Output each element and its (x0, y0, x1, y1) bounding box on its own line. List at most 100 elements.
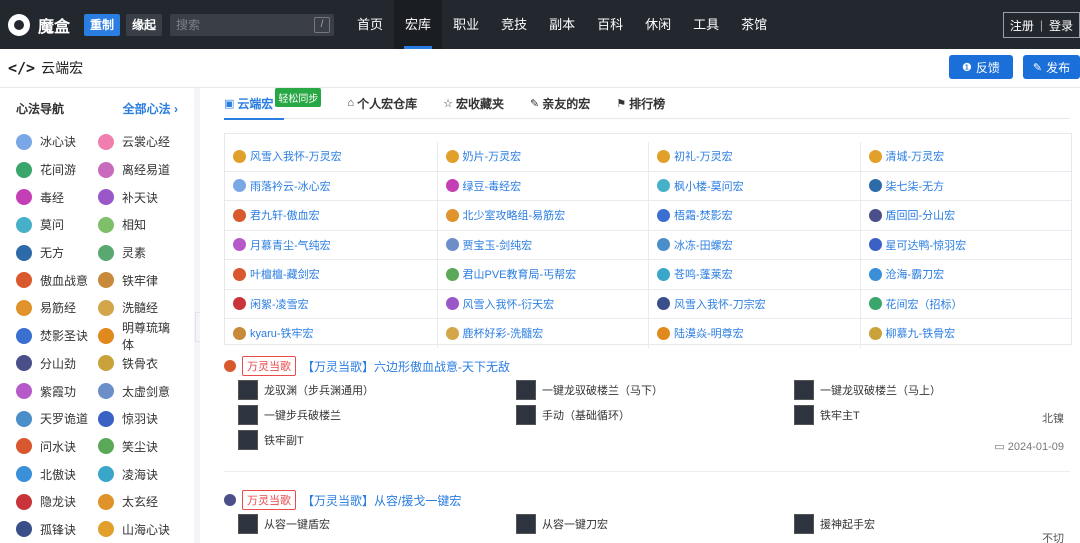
macro-item[interactable]: 铁牢副T (238, 430, 304, 450)
site-logo[interactable]: 魔盒 (8, 13, 78, 37)
sidebar-item-2[interactable]: 花间游 (16, 156, 98, 184)
macro-item[interactable]: 从容一键刀宏 (516, 514, 608, 534)
tab-1[interactable]: ⌂ 个人宏仓库 (347, 95, 417, 112)
post-title[interactable]: 【万灵当歌】六边形傲血战意-天下无敌 (302, 358, 510, 375)
cloud-macro-link[interactable]: 闲絮-凌雪宏 (225, 290, 437, 319)
sidebar-item-27[interactable]: 太玄经 (98, 488, 180, 516)
register-link[interactable]: 注册 (1010, 17, 1034, 34)
cloud-macro-link[interactable]: 绿豆-毒经宏 (436, 171, 649, 200)
cloud-macro-link[interactable]: 盾回回-分山宏 (859, 201, 1072, 230)
tab-0[interactable]: ▣ 云端宏 轻松同步 (224, 88, 322, 113)
cloud-macro-label: 苍鸣-蓬莱宏 (674, 269, 733, 282)
cloud-macro-link[interactable]: 清城-万灵宏 (859, 142, 1072, 171)
cloud-macro-link[interactable]: 雨落衿云-冰心宏 (225, 172, 437, 201)
sidebar-item-10[interactable]: 傲血战意 (16, 266, 98, 294)
cloud-macro-link[interactable]: 奶片-万灵宏 (436, 142, 649, 171)
cloud-macro-link[interactable]: 君九轩-傲血宏 (225, 201, 437, 230)
sidebar-item-5[interactable]: 补天诀 (98, 183, 180, 211)
macro-item[interactable]: 手动（基础循环） (516, 405, 630, 425)
search-input[interactable] (170, 13, 313, 36)
cloud-macro-link[interactable]: 初礼-万灵宏 (648, 142, 860, 171)
sidebar-item-3[interactable]: 离经易道 (98, 156, 180, 184)
nav-item-8[interactable]: 茶馆 (730, 0, 778, 49)
tab-3[interactable]: ✎ 亲友的宏 (530, 95, 590, 112)
sidebar-item-9[interactable]: 灵素 (98, 239, 180, 267)
cloud-macro-label: 清城-万灵宏 (885, 151, 945, 164)
cloud-macro-link[interactable]: 贾宝玉-剑纯宏 (436, 230, 649, 259)
sidebar-item-13[interactable]: 洗髓经 (98, 294, 180, 322)
cloud-macro-link[interactable]: 花间宏（招标） (859, 289, 1072, 318)
cloud-macro-link[interactable]: 风雪入我怀-衍天宏 (436, 289, 649, 318)
cloud-macro-link[interactable]: 陆漠焱-明尊宏 (648, 319, 860, 348)
cloud-macro-link[interactable]: 冰冻-田螺宏 (648, 230, 860, 259)
cloud-macro-link[interactable]: 柒七柒-无方 (859, 171, 1072, 200)
sidebar-item-25[interactable]: 凌海诀 (98, 460, 180, 488)
sidebar-item-7[interactable]: 相知 (98, 211, 180, 239)
sidebar-item-12[interactable]: 易筋经 (16, 294, 98, 322)
cloud-macro-link[interactable]: 叶檀檀-藏剑宏 (225, 260, 437, 289)
macro-item[interactable]: 一键龙驭破楼兰（马下） (516, 380, 663, 400)
sidebar-item-16[interactable]: 分山劲 (16, 350, 98, 378)
nav-item-5[interactable]: 百科 (586, 0, 634, 49)
sidebar-item-23[interactable]: 笑尘诀 (98, 433, 180, 461)
post-author[interactable]: 不切 (1042, 530, 1064, 543)
tab-4[interactable]: ⚑ 排行榜 (616, 95, 665, 112)
sidebar-item-19[interactable]: 太虚剑意 (98, 377, 180, 405)
version-origin-button[interactable]: 缘起 (126, 13, 163, 36)
nav-item-6[interactable]: 休闲 (634, 0, 682, 49)
sidebar-item-8[interactable]: 无方 (16, 239, 98, 267)
sidebar-item-4[interactable]: 毒经 (16, 183, 98, 211)
nav-item-7[interactable]: 工具 (682, 0, 730, 49)
sidebar-item-29[interactable]: 山海心诀 (98, 516, 180, 543)
cloud-macro-link[interactable]: 风雪入我怀-万灵宏 (225, 142, 437, 171)
xinfa-sidebar: 心法导航 全部心法 › 冰心诀 云裳心经 花间游 离经易道 毒经 补天诀 莫问 相知 无方 灵素傲… (0, 88, 194, 543)
sidebar-item-15[interactable]: 明尊琉璃体 (98, 321, 180, 352)
macro-item[interactable]: 铁牢主T (794, 405, 860, 425)
macro-item[interactable]: 援神起手宏 (794, 514, 875, 534)
cloud-macro-link[interactable]: kyaru-铁牢宏 (225, 319, 437, 348)
sidebar-item-28[interactable]: 孤锋诀 (16, 516, 98, 543)
cloud-macro-link[interactable]: 沧海-霸刀宏 (859, 260, 1072, 289)
post-author[interactable]: 北镍 (1042, 410, 1064, 426)
sidebar-item-21[interactable]: 惊羽诀 (98, 405, 180, 433)
cloud-macro-link[interactable]: 月慕青尘-气纯宏 (225, 231, 437, 260)
cloud-macro-link[interactable]: 星可达鸭-惊羽宏 (859, 230, 1072, 259)
version-remake-button[interactable]: 重制 (84, 13, 121, 36)
sidebar-item-26[interactable]: 隐龙诀 (16, 488, 98, 516)
feedback-button[interactable]: ❶ 反馈 (949, 55, 1013, 79)
login-link[interactable]: 登录 (1049, 17, 1073, 34)
cloud-macro-label: 沧海-霸刀宏 (885, 269, 945, 282)
macro-item[interactable]: 从容一键盾宏 (238, 514, 330, 534)
post-title[interactable]: 【万灵当歌】从容/援戈一键宏 (302, 492, 461, 509)
sidebar-item-17[interactable]: 铁骨衣 (98, 350, 180, 378)
macro-item[interactable]: 龙驭渊（步兵渊通用） (238, 380, 374, 400)
tab-2[interactable]: ☆ 宏收藏夹 (443, 95, 504, 112)
cloud-macro-link[interactable]: 北少室攻略组-易筋宏 (436, 201, 649, 230)
xinfa-icon (657, 149, 670, 163)
cloud-macro-link[interactable]: 苍鸣-蓬莱宏 (648, 260, 860, 289)
macro-item[interactable]: 一键龙驭破楼兰（马上） (794, 380, 941, 400)
cloud-macro-link[interactable]: 鹿杯好彩-洗髓宏 (436, 319, 649, 348)
sidebar-item-1[interactable]: 云裳心经 (98, 128, 180, 156)
all-xinfa-link[interactable]: 全部心法 › (123, 100, 178, 117)
sidebar-item-11[interactable]: 铁牢律 (98, 266, 180, 294)
sidebar-item-6[interactable]: 莫问 (16, 211, 98, 239)
sidebar-item-14[interactable]: 焚影圣诀 (16, 322, 98, 350)
cloud-macro-link[interactable]: 风雪入我怀-刀宗宏 (648, 289, 860, 318)
cloud-macro-link[interactable]: 梧霜-焚影宏 (648, 201, 860, 230)
nav-item-4[interactable]: 副本 (538, 0, 586, 49)
sidebar-item-20[interactable]: 天罗诡道 (16, 405, 98, 433)
sidebar-item-0[interactable]: 冰心诀 (16, 128, 98, 156)
cloud-macro-link[interactable]: 柳慕九-铁骨宏 (859, 319, 1072, 348)
macro-item[interactable]: 一键步兵破楼兰 (238, 405, 341, 425)
sidebar-item-24[interactable]: 北傲诀 (16, 460, 98, 488)
nav-item-3[interactable]: 竞技 (490, 0, 538, 49)
publish-button[interactable]: ✎ 发布 (1023, 55, 1080, 79)
cloud-macro-link[interactable]: 枫小楼-莫问宏 (648, 171, 860, 200)
nav-item-2[interactable]: 职业 (442, 0, 490, 49)
sidebar-item-22[interactable]: 问水诀 (16, 433, 98, 461)
cloud-macro-link[interactable]: 君山PVE教育局-丐帮宏 (436, 260, 649, 289)
nav-item-0[interactable]: 首页 (346, 0, 394, 49)
nav-item-1[interactable]: 宏库 (394, 0, 443, 49)
sidebar-item-18[interactable]: 紫霞功 (16, 377, 98, 405)
